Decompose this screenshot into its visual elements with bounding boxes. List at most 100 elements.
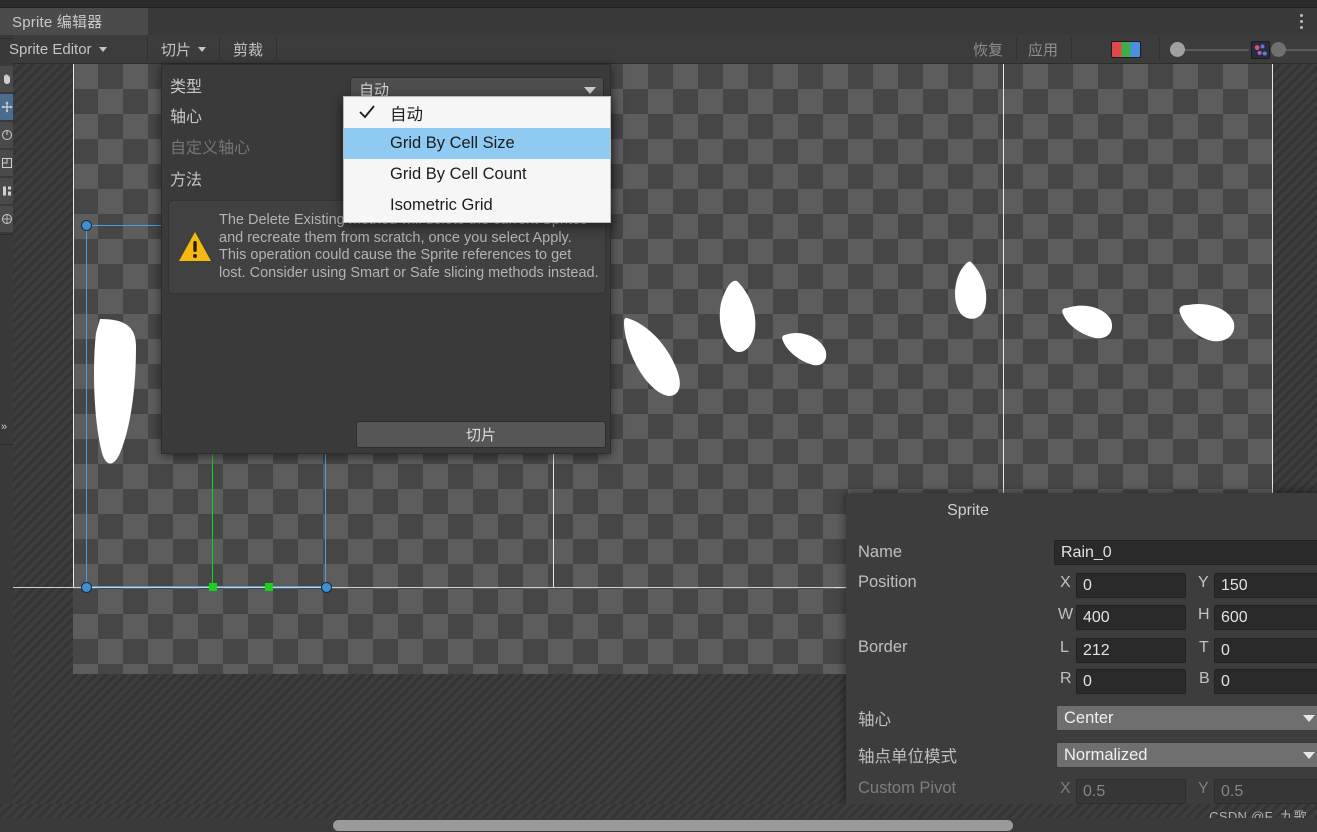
editor-window: Sprite 编辑器 Sprite Editor 切片 剪裁 恢复 应用 类型 … [0,8,1317,812]
chevron-down-icon [198,46,207,52]
border-l-input[interactable]: 212 [1076,638,1186,663]
dropdown-option-label: 自动 [390,105,423,124]
kebab-menu-icon[interactable] [1293,12,1309,31]
sprite-blob [781,329,829,369]
selection-handle-bl[interactable] [81,582,92,593]
sprite-inspector-panel: Sprite Name Rain_0 Position X 0 Y 150 W … [846,493,1317,812]
pivot-unit-value: Normalized [1064,745,1148,764]
sprite-editor-menu-label: Sprite Editor [9,40,92,58]
horizontal-scrollbar[interactable] [333,820,1013,831]
dropdown-option-isometric-grid[interactable]: Isometric Grid [344,190,610,221]
transform-tool-icon[interactable] [0,206,13,232]
border-t-input[interactable]: 0 [1214,638,1317,663]
border-r-label: R [1060,670,1072,687]
inspector-pivot-label: 轴心 [858,711,891,729]
rect-tool-icon[interactable] [0,178,13,204]
position-h-value: 600 [1221,608,1248,626]
chevron-down-icon [584,87,596,94]
sprite-blob [951,260,991,322]
checkmark-icon [358,103,376,121]
custom-pivot-y-label: Y [1198,780,1209,797]
dropdown-option-label: Isometric Grid [390,196,493,214]
custom-pivot-x-label: X [1060,780,1071,797]
slice-apply-button[interactable]: 切片 [356,421,606,448]
slice-pivot-label: 轴心 [170,109,203,126]
selection-handle-br[interactable] [321,582,332,593]
border-l-label: L [1060,639,1069,656]
position-h-input[interactable]: 600 [1214,605,1317,630]
slice-menu-label: 切片 [161,41,192,59]
border-label: Border [858,638,908,656]
slice-method-label: 方法 [170,172,203,189]
alpha-checker-icon[interactable] [1251,41,1270,59]
revert-label: 恢复 [972,41,1003,59]
border-l-value: 212 [1083,641,1110,659]
sprite-blob [623,316,683,402]
position-y-value: 150 [1221,576,1248,594]
alpha-slider-knob[interactable] [1271,42,1286,57]
window-chrome-strip [0,0,1317,8]
pivot-unit-mode-dropdown[interactable]: Normalized [1056,742,1317,768]
slice-button-label: 切片 [465,427,496,444]
window-title-bar: Sprite 编辑器 [0,8,1317,35]
pivot-dropdown[interactable]: Center [1056,705,1317,731]
sprite-blob [1178,301,1236,345]
border-b-input[interactable]: 0 [1214,669,1317,694]
revert-button[interactable]: 恢复 [964,35,1012,63]
position-h-label: H [1198,606,1210,623]
pivot-value: Center [1064,708,1114,727]
position-w-input[interactable]: 400 [1076,605,1186,630]
apply-label: 应用 [1027,41,1058,59]
border-handle-left[interactable] [209,583,217,591]
position-y-label: Y [1198,574,1209,591]
scale-tool-icon[interactable] [0,150,13,176]
custom-pivot-x-value: 0.5 [1083,782,1106,800]
position-w-value: 400 [1083,608,1110,626]
border-r-input[interactable]: 0 [1076,669,1186,694]
custom-pivot-y-input[interactable]: 0.5 [1214,779,1317,804]
position-y-input[interactable]: 150 [1214,573,1317,598]
trim-label: 剪裁 [233,41,264,59]
editor-toolbar: Sprite Editor 切片 剪裁 恢复 应用 [9,35,1317,64]
border-handle-right[interactable] [265,583,273,591]
sprite-blob [713,279,759,357]
border-t-label: T [1199,639,1209,656]
trim-button[interactable]: 剪裁 [224,35,272,63]
slice-custom-pivot-label: 自定义轴心 [170,140,251,157]
position-x-input[interactable]: 0 [1076,573,1186,598]
rotate-tool-icon[interactable] [0,122,13,148]
dropdown-option-label: Grid By Cell Size [390,134,515,152]
slice-type-dropdown-menu[interactable]: 自动 Grid By Cell Size Grid By Cell Count … [343,96,611,223]
zoom-slider-knob[interactable] [1170,42,1185,57]
dropdown-option-label: Grid By Cell Count [390,165,527,183]
border-b-label: B [1199,670,1210,687]
rgb-channels-icon[interactable] [1111,41,1141,58]
position-w-label: W [1058,606,1074,623]
tab-sprite-editor[interactable]: Sprite 编辑器 [0,8,148,35]
move-tool-icon[interactable] [0,94,13,120]
bottom-hatch-strip [0,804,1317,818]
custom-pivot-label: Custom Pivot [858,779,957,797]
sprite-name-input[interactable]: Rain_0 [1054,540,1317,565]
sprite-editor-menu-button[interactable]: Sprite Editor [0,35,116,63]
position-label: Position [858,573,917,591]
chevron-down-icon [1303,752,1315,759]
slice-menu-button[interactable]: 切片 [152,35,215,63]
sprite-blob [1061,302,1113,342]
warning-triangle-icon [175,231,215,263]
custom-pivot-y-value: 0.5 [1221,782,1244,800]
dropdown-option-auto[interactable]: 自动 [344,97,610,128]
expand-chevron-icon[interactable]: » [1,422,7,433]
apply-button[interactable]: 应用 [1019,35,1067,63]
dropdown-option-grid-by-cell-count[interactable]: Grid By Cell Count [344,159,610,190]
border-t-value: 0 [1221,641,1230,659]
hand-tool-icon[interactable] [0,66,13,92]
tab-label: Sprite 编辑器 [12,14,103,31]
border-r-value: 0 [1083,672,1092,690]
selection-handle-tl[interactable] [81,220,92,231]
custom-pivot-x-input[interactable]: 0.5 [1076,779,1186,804]
chevron-down-icon [98,46,107,52]
left-tool-rail: » [0,8,13,832]
dropdown-option-grid-by-cell-size[interactable]: Grid By Cell Size [344,128,610,159]
sheet-baseline [13,587,835,588]
